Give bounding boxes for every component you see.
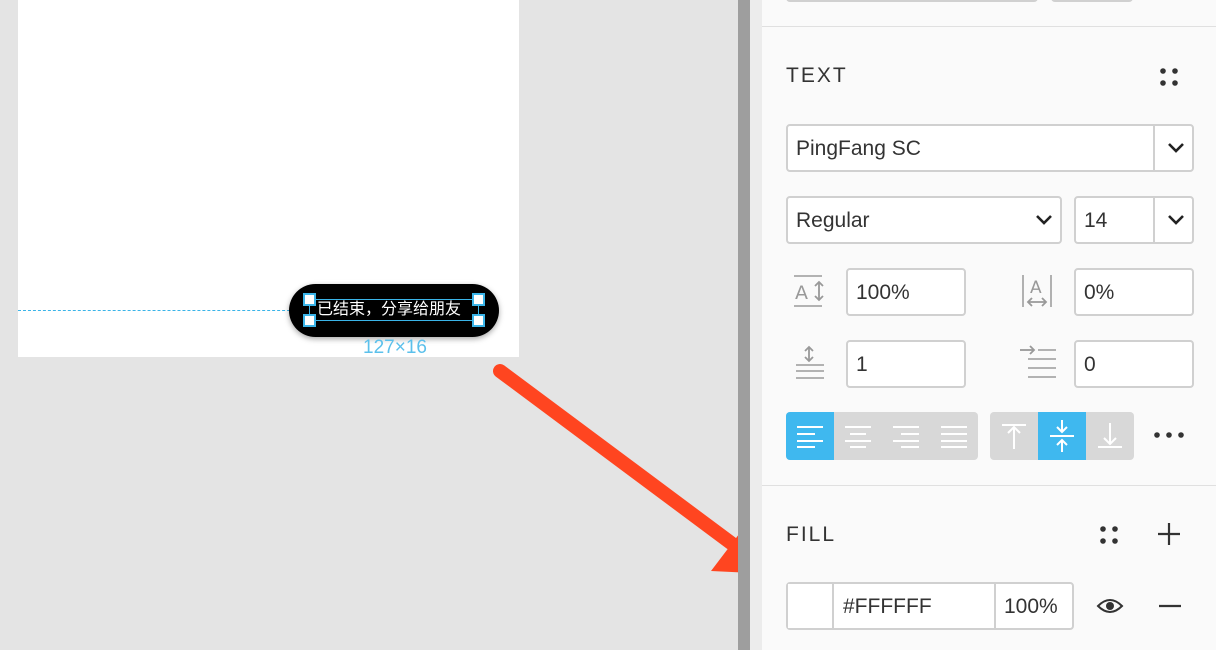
align-center-icon — [845, 426, 871, 448]
svg-text:A: A — [795, 282, 808, 304]
remove-fill-icon[interactable] — [1159, 604, 1181, 608]
inspector-panel — [762, 0, 1216, 650]
previous-section-field[interactable] — [786, 0, 1038, 2]
paragraph-spacing-value[interactable]: 1 — [856, 353, 868, 377]
indent-value[interactable]: 0 — [1084, 353, 1096, 377]
panel-gutter — [750, 0, 762, 650]
align-left-button[interactable] — [786, 412, 834, 460]
section-divider — [762, 485, 1216, 486]
font-weight-value: Regular — [796, 209, 870, 232]
align-justify-button[interactable] — [930, 412, 978, 460]
align-right-icon — [893, 426, 919, 448]
text-section-title: TEXT — [786, 64, 848, 87]
fill-divider — [994, 584, 996, 628]
indent-icon — [1020, 345, 1058, 381]
vertical-alignment-group — [990, 412, 1134, 460]
more-options-icon[interactable] — [1152, 430, 1186, 440]
fill-hex-input[interactable]: #FFFFFF — [843, 595, 932, 619]
align-top-icon — [1002, 424, 1026, 449]
align-top-button[interactable] — [990, 412, 1038, 460]
fill-divider — [832, 584, 834, 628]
fill-section-title: FILL — [786, 523, 837, 546]
svg-text:A: A — [1030, 278, 1042, 298]
align-bottom-button[interactable] — [1086, 412, 1134, 460]
align-bottom-icon — [1098, 423, 1122, 448]
add-fill-icon[interactable] — [1157, 522, 1181, 546]
align-middle-button[interactable] — [1038, 412, 1086, 460]
dropdown-divider — [1153, 198, 1155, 242]
align-justify-icon — [941, 426, 967, 448]
line-height-icon: A — [792, 273, 828, 309]
align-right-button[interactable] — [882, 412, 930, 460]
text-style-grid-icon[interactable] — [1158, 66, 1180, 88]
horizontal-alignment-group — [786, 412, 978, 460]
fill-style-grid-icon[interactable] — [1098, 524, 1120, 546]
chevron-down-icon[interactable] — [1166, 213, 1186, 227]
panel-splitter[interactable] — [738, 0, 750, 650]
paragraph-spacing-icon — [792, 345, 828, 381]
fill-color-swatch[interactable] — [788, 584, 832, 628]
chevron-down-icon[interactable] — [1034, 213, 1054, 227]
align-center-button[interactable] — [834, 412, 882, 460]
align-left-icon — [797, 426, 823, 448]
font-family-value: PingFang SC — [796, 137, 921, 160]
previous-section-field-2[interactable] — [1051, 0, 1133, 2]
letter-spacing-value[interactable]: 0% — [1084, 281, 1114, 305]
dropdown-divider — [1153, 126, 1155, 170]
eye-icon[interactable] — [1096, 596, 1124, 616]
line-height-value[interactable]: 100% — [856, 281, 910, 305]
align-middle-icon — [1050, 420, 1074, 452]
chevron-down-icon[interactable] — [1166, 141, 1186, 155]
letter-spacing-icon: A — [1020, 273, 1056, 309]
font-size-value[interactable]: 14 — [1084, 209, 1107, 233]
fill-opacity-input[interactable]: 100% — [1004, 595, 1058, 619]
section-divider — [762, 26, 1216, 27]
